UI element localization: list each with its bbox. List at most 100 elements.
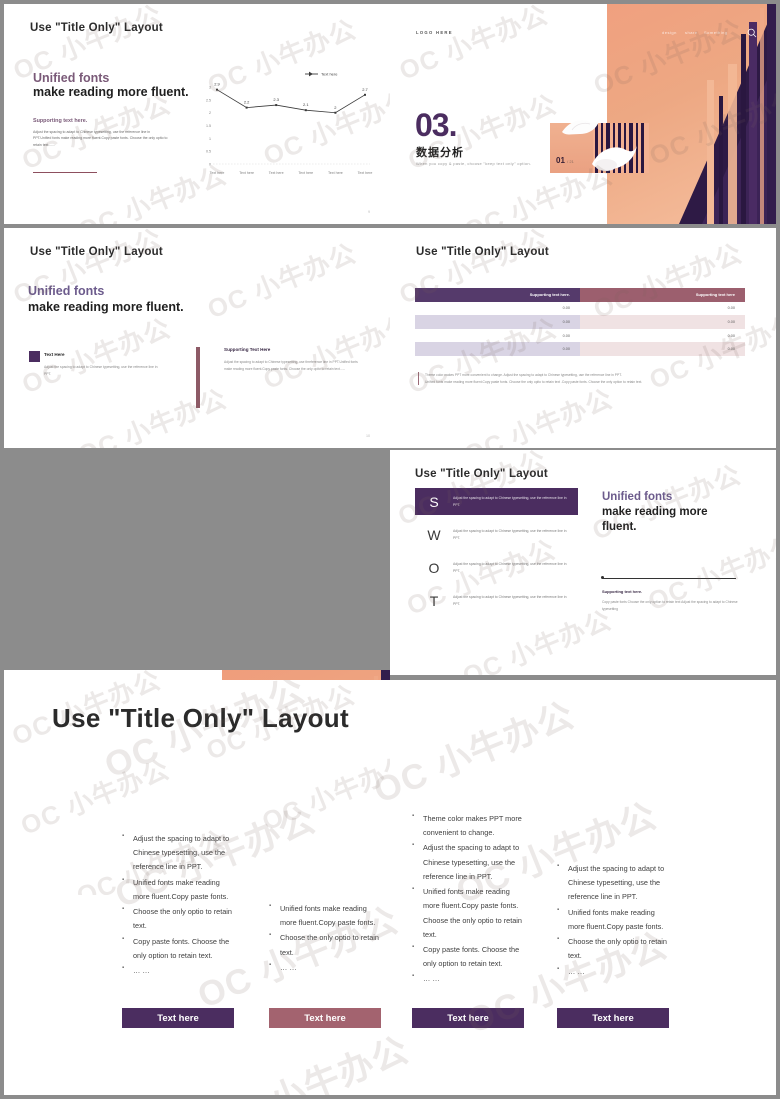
list-item: … … — [122, 963, 234, 978]
list-item: Unified fonts make reading more fluent.C… — [269, 901, 381, 930]
heading-main: make reading more fluent. — [33, 85, 189, 99]
slide-7[interactable]: Use "Title Only" Layout Adjust the spaci… — [4, 680, 776, 1095]
list-item: Unified fonts make reading more fluent.C… — [557, 905, 669, 934]
chart-xtick: Text here — [298, 171, 313, 175]
nav-item-something[interactable]: Something — [704, 30, 728, 35]
slide-deck-preview: Use "Title Only" Layout Unified fonts ma… — [0, 0, 780, 1099]
table-cell: 0.00 — [415, 315, 580, 329]
swot-item-t[interactable]: T Adjust the spacing to adapt to Chinese … — [415, 587, 578, 614]
table-note-line-1: Theme color makes PPT more convenient to… — [425, 373, 622, 377]
swot-text: Adjust the spacing to adapt to Chinese t… — [453, 496, 567, 507]
chart-data-label: 2.9 — [214, 82, 220, 87]
table-header-row: Supporting text here. Supporting text her… — [415, 288, 745, 302]
heading-accent: Unified fonts — [33, 71, 110, 85]
supporting-title: Supporting text here. — [33, 118, 88, 124]
chart-data-label: 2.7 — [362, 87, 368, 92]
cta-button[interactable]: Text here — [122, 1008, 234, 1028]
chart-point — [275, 104, 278, 107]
page-title: Use "Title Only" Layout — [415, 468, 548, 480]
chart-ytick: 0 — [209, 162, 211, 166]
slide-3[interactable]: Use "Title Only" Layout Unified fonts ma… — [4, 228, 390, 448]
list-item: Choose the only optio to retain text. — [122, 904, 234, 933]
bullet-column: Unified fonts make reading more fluent.C… — [269, 901, 381, 976]
table-cell: 0.00 — [415, 301, 580, 316]
horizontal-rule — [602, 578, 736, 579]
swot-item-s[interactable]: S Adjust the spacing to adapt to Chinese … — [415, 488, 578, 515]
table-row[interactable]: 0.00 0.00 — [415, 328, 745, 343]
bullet-list: Theme color makes PPT more convenient to… — [412, 811, 524, 987]
nav-item-design[interactable]: design — [662, 30, 677, 35]
cta-button[interactable]: Text here — [412, 1008, 524, 1028]
slide-1[interactable]: Use "Title Only" Layout Unified fonts ma… — [4, 4, 390, 224]
swot-item-o[interactable]: O Adjust the spacing to adapt to Chinese … — [415, 554, 578, 581]
list-item: … … — [557, 964, 669, 979]
chart-xtick: Text here — [328, 171, 343, 175]
list-item: Copy paste fonts. Choose the only option… — [412, 942, 524, 971]
chart-ytick: 3 — [209, 86, 211, 90]
heading-accent: Unified fonts — [28, 284, 105, 298]
chart-xtick: Text here — [239, 171, 254, 175]
accent-rule — [33, 172, 97, 174]
chart-data-label: 2.3 — [273, 97, 279, 102]
swot-letter: T — [429, 592, 439, 609]
table-row[interactable]: 0.00 0.00 — [415, 342, 745, 356]
supporting-title: Supporting text here. — [602, 589, 643, 594]
chart-legend: Text here — [305, 71, 338, 77]
chart-ytick: 1.5 — [206, 124, 211, 128]
bullet-column: Adjust the spacing to adapt to Chinese t… — [557, 861, 669, 980]
slide-2[interactable]: 01 / 21 LOGO HERE design share Something… — [390, 4, 776, 224]
heading-main: make reading more fluent. — [602, 506, 708, 533]
chart-xtick: Text here — [358, 171, 373, 175]
watermark: OC 小牛办公 OC 小牛办公 OC 小牛办公 OC 小牛办公 OC 小牛办公 … — [9, 228, 390, 448]
section-title-cn: 数据分析 — [416, 147, 464, 159]
supporting-body: Copy paste fonts Choose the only option … — [602, 600, 738, 611]
vertical-accent-bar — [196, 347, 200, 408]
bullet-list: Adjust the spacing to adapt to Chinese t… — [557, 861, 669, 979]
table-row[interactable]: 0.00 0.00 — [415, 301, 745, 316]
slide-6[interactable]: Use "Title Only" Layout S Adjust the spac… — [390, 450, 776, 675]
chart-ytick: 2 — [209, 111, 211, 115]
table-cell: 0.00 — [580, 301, 745, 316]
table-header-cell: Supporting text here. — [415, 288, 580, 302]
heading-accent: Unified fonts — [602, 491, 673, 503]
right-block-body: Adjust the spacing to adapt to Chinese t… — [224, 360, 358, 371]
list-item: Adjust the spacing to adapt to Chinese t… — [412, 840, 524, 884]
table-note-line-2: Unified fonts make reading more fluent.C… — [425, 379, 643, 384]
bullet-list: Adjust the spacing to adapt to Chinese t… — [122, 831, 234, 978]
page-title: Use "Title Only" Layout — [416, 246, 549, 258]
chart-point — [334, 111, 337, 114]
chart-xtick: Text here — [210, 171, 225, 175]
swot-text: Adjust the spacing to adapt to Chinese t… — [453, 529, 567, 540]
line-chart: Text here 0 0.5 1 1.5 2 2.5 3 2.9 2.2 2.3 2.1 2 2.7… — [187, 64, 372, 182]
list-item: Choose the only optio to retain text. — [269, 930, 381, 959]
nav-item-share[interactable]: share — [685, 30, 698, 35]
chart-data-label: 2.1 — [303, 102, 309, 107]
list-item: Copy paste fonts. Choose the only option… — [122, 934, 234, 963]
chart-data-label: 2.2 — [244, 100, 250, 105]
table-cell: 0.00 — [415, 342, 580, 356]
cta-button[interactable]: Text here — [557, 1008, 669, 1028]
bullet-column: Theme color makes PPT more convenient to… — [412, 811, 524, 988]
chart-point — [364, 93, 366, 96]
svg-text:Text here: Text here — [321, 72, 338, 77]
data-table[interactable]: Supporting text here. Supporting text her… — [415, 288, 745, 356]
table-row[interactable]: 0.00 0.00 — [415, 315, 745, 329]
chart-point — [304, 109, 307, 112]
cta-button[interactable]: Text here — [269, 1008, 381, 1028]
page-title: Use "Title Only" Layout — [30, 246, 163, 258]
swot-text: Adjust the spacing to adapt to Chinese t… — [453, 562, 567, 573]
dove-icon-2 — [592, 145, 637, 171]
swot-item-w[interactable]: W Adjust the spacing to adapt to Chinese … — [415, 521, 578, 548]
table-header-cell: Supporting text here — [580, 288, 745, 302]
chart-point — [216, 88, 218, 91]
table-cell: 0.00 — [580, 342, 745, 356]
right-block-title: Supporting Text Here — [224, 347, 271, 352]
list-item: Unified fonts make reading more fluent.C… — [412, 884, 524, 942]
list-item: Adjust the spacing to adapt to Chinese t… — [122, 831, 234, 875]
bullet-list: Unified fonts make reading more fluent.C… — [269, 901, 381, 975]
list-item: Theme color makes PPT more convenient to… — [412, 811, 524, 840]
slide-4[interactable]: Use "Title Only" Layout Supporting text … — [390, 228, 776, 448]
search-icon[interactable] — [747, 28, 757, 38]
chart-xtick: Text here — [269, 171, 284, 175]
badge-number: 01 / 21 — [556, 156, 574, 165]
